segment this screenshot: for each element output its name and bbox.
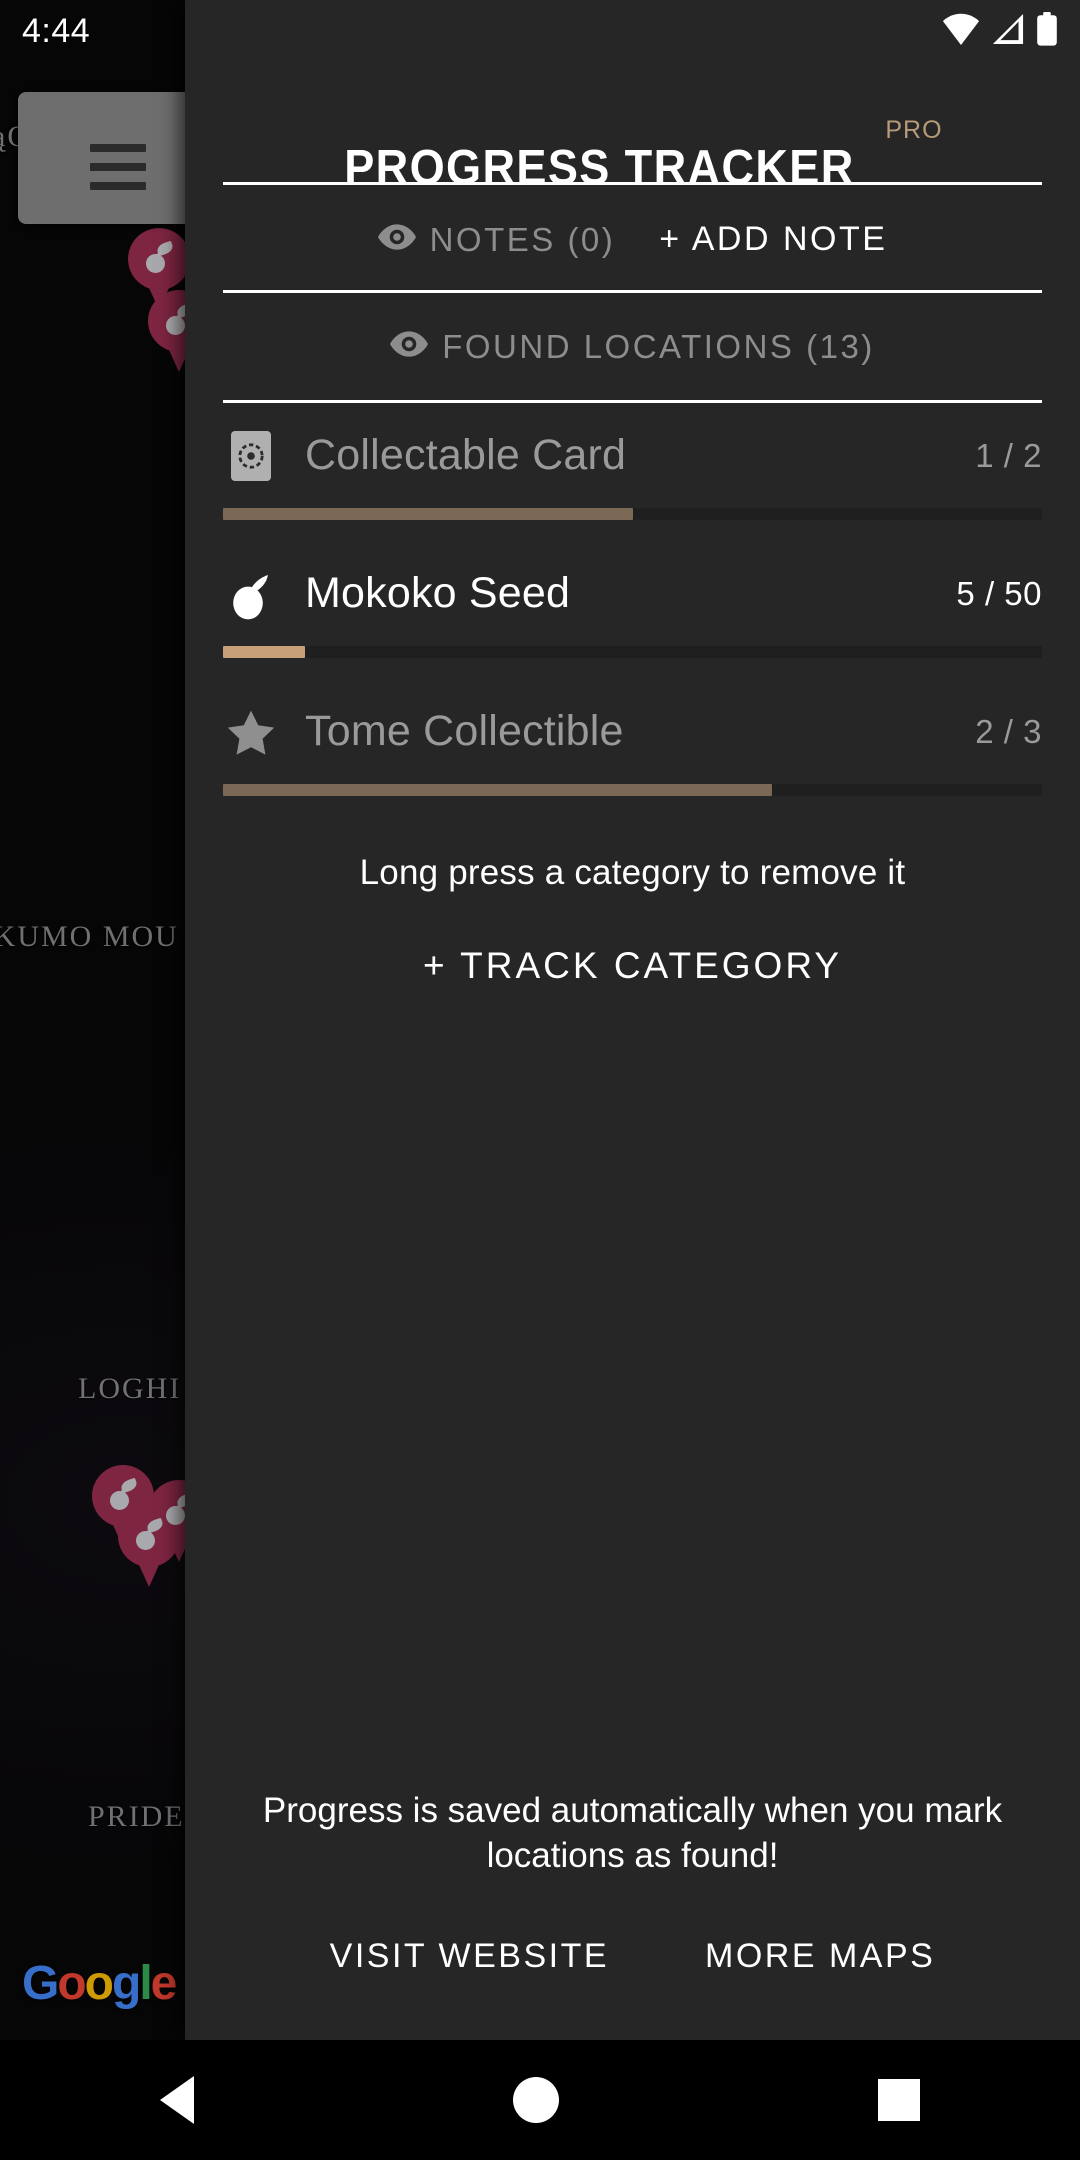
panel-spacer	[185, 987, 1080, 1789]
page-title: PROGRESS TRACKER	[344, 141, 856, 195]
status-bar-left: 4:44	[22, 12, 90, 51]
hamburger-menu-icon	[90, 163, 146, 171]
notes-label: NOTES (0)	[429, 220, 616, 258]
category-row[interactable]: Tome Collectible 2 / 3	[185, 679, 1080, 796]
category-progress-track	[223, 784, 1042, 796]
back-icon[interactable]	[159, 2076, 194, 2124]
category-row[interactable]: Collectable Card 1 / 2	[185, 403, 1080, 520]
long-press-hint: Long press a category to remove it	[359, 853, 906, 892]
battery-icon	[1036, 11, 1058, 51]
category-header: Collectable Card 1 / 2	[223, 403, 1042, 508]
category-progress-fill	[223, 784, 772, 796]
hamburger-menu-icon	[90, 144, 146, 152]
category-progress-fill	[223, 646, 305, 658]
status-bar-clock: 4:44	[22, 11, 91, 50]
mokoko-seed-icon	[108, 1477, 139, 1511]
found-locations-toggle[interactable]: FOUND LOCATIONS (13)	[185, 293, 1080, 400]
notes-section: NOTES (0) + ADD NOTE	[185, 185, 1080, 290]
tracked-categories-list: Collectable Card 1 / 2 Mokoko Seed 5 / 5…	[185, 403, 1080, 817]
category-count: 2 / 3	[975, 712, 1042, 750]
category-count: 5 / 50	[956, 574, 1042, 612]
phone-screen: ąO NKUMO MOU LOGHI PRIDEH	[0, 0, 1080, 2160]
panel-header: PROGRESS TRACKER PRO	[185, 62, 1080, 195]
visit-website-link[interactable]: VISIT WEBSITE	[330, 1937, 609, 1976]
category-row[interactable]: Mokoko Seed 5 / 50	[185, 541, 1080, 658]
track-category-button[interactable]: + TRACK CATEGORY	[185, 945, 1080, 987]
hamburger-menu-icon	[90, 182, 146, 190]
eye-icon	[390, 331, 429, 362]
cellular-signal-icon	[990, 13, 1026, 50]
mokoko-seed-icon	[223, 568, 279, 620]
recents-icon[interactable]	[878, 2079, 921, 2121]
mokoko-seed-icon	[134, 1517, 165, 1551]
category-name: Collectable Card	[305, 431, 627, 479]
category-name: Mokoko Seed	[305, 569, 571, 617]
autosave-note: Progress is saved automatically when you…	[262, 1791, 1003, 1876]
found-locations-label: FOUND LOCATIONS (13)	[442, 327, 875, 365]
eye-icon	[377, 224, 416, 255]
map-label-shikunkumo-mountain: NKUMO MOU	[0, 920, 179, 953]
category-progress-fill	[223, 508, 633, 520]
map-label-loghill: LOGHI	[78, 1372, 182, 1405]
google-attribution-logo: Google	[22, 1957, 177, 2010]
category-progress-track	[223, 508, 1042, 520]
category-header: Tome Collectible 2 / 3	[223, 679, 1042, 784]
more-maps-link[interactable]: MORE MAPS	[705, 1937, 935, 1976]
category-header: Mokoko Seed 5 / 50	[223, 541, 1042, 646]
card-icon	[223, 430, 279, 481]
status-bar-right	[942, 11, 1058, 51]
android-nav-bar	[0, 2040, 1080, 2160]
home-icon[interactable]	[512, 2077, 559, 2123]
wifi-icon	[942, 13, 980, 50]
category-name: Tome Collectible	[305, 707, 624, 755]
star-icon	[223, 709, 279, 755]
progress-tracker-panel: PROGRESS TRACKER PRO NOTES (0) + ADD NOT…	[185, 0, 1080, 2040]
add-note-button[interactable]: + ADD NOTE	[659, 220, 887, 259]
notes-toggle[interactable]: NOTES (0)	[377, 220, 616, 259]
category-count: 1 / 2	[975, 436, 1042, 474]
panel-footer: VISIT WEBSITE MORE MAPS	[185, 1937, 1080, 2040]
category-progress-track	[223, 646, 1042, 658]
pro-badge: PRO	[885, 116, 943, 144]
status-bar: 4:44	[0, 0, 1080, 62]
mokoko-seed-icon	[144, 240, 175, 274]
